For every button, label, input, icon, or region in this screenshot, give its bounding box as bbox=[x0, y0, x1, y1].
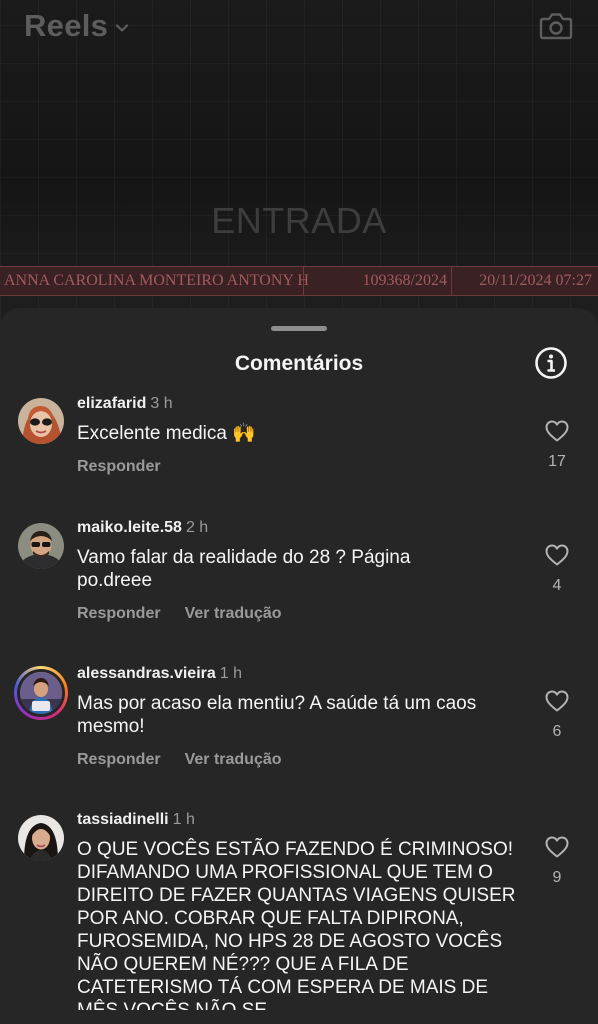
sheet-title: Comentários bbox=[234, 352, 364, 375]
like-count: 6 bbox=[552, 723, 562, 740]
strip-name: ANNA CAROLINA MONTEIRO ANTONY H bbox=[0, 267, 309, 295]
reels-title: Reels bbox=[24, 8, 109, 43]
heart-icon[interactable] bbox=[544, 834, 570, 860]
comment-username[interactable]: tassiadinelli bbox=[77, 811, 169, 828]
avatar[interactable] bbox=[18, 523, 64, 569]
avatar[interactable] bbox=[18, 815, 64, 861]
comment-username[interactable]: alessandras.vieira bbox=[77, 665, 216, 682]
comment-time: 2 h bbox=[185, 519, 209, 536]
reply-button[interactable]: Responder bbox=[77, 751, 161, 769]
chevron-down-icon bbox=[116, 24, 129, 32]
like-control: 17 bbox=[542, 418, 572, 471]
comment-time: 1 h bbox=[219, 665, 243, 682]
comment-text-content: Excelente medica bbox=[77, 423, 227, 444]
like-control: 4 bbox=[542, 542, 572, 595]
strip-code: 109368/2024 bbox=[304, 267, 452, 295]
like-count: 4 bbox=[552, 577, 562, 594]
comment-meta: alessandras.vieira 1 h bbox=[77, 664, 517, 684]
comment-body: alessandras.vieira 1 h Mas por acaso ela … bbox=[77, 664, 517, 769]
comment-body: maiko.leite.58 2 h Vamo falar da realidad… bbox=[77, 518, 517, 623]
camera-icon[interactable] bbox=[538, 8, 574, 44]
reply-button[interactable]: Responder bbox=[77, 605, 161, 623]
avatar bbox=[17, 669, 65, 717]
comment-meta: elizafarid 3 h bbox=[77, 394, 517, 414]
avatar[interactable] bbox=[18, 398, 64, 444]
comment-meta: tassiadinelli 1 h bbox=[77, 810, 517, 830]
comment-time: 1 h bbox=[172, 811, 195, 828]
comments-sheet: Comentários elizafarid 3 h Excelente medi… bbox=[0, 308, 598, 1024]
like-control: 6 bbox=[542, 688, 572, 741]
comment-username[interactable]: elizafarid bbox=[77, 395, 146, 412]
comment-actions: Responder Ver tradução bbox=[77, 751, 517, 769]
comment-text: Excelente medica 🙌 bbox=[77, 422, 517, 445]
translate-button[interactable]: Ver tradução bbox=[185, 605, 282, 623]
reply-button[interactable]: Responder bbox=[77, 458, 161, 476]
info-icon[interactable] bbox=[534, 346, 568, 380]
comment-body: tassiadinelli 1 h O QUE VOCÊS ESTÃO FAZEN… bbox=[77, 810, 517, 1010]
comment-time: 3 h bbox=[150, 395, 173, 412]
comment-body: elizafarid 3 h Excelente medica 🙌 Respond… bbox=[77, 394, 517, 476]
comment-meta: maiko.leite.58 2 h bbox=[77, 518, 517, 538]
strip-datetime: 20/11/2024 07:27 bbox=[479, 272, 592, 289]
heart-icon[interactable] bbox=[544, 418, 570, 444]
reels-title-button[interactable]: Reels bbox=[24, 8, 130, 44]
heart-icon[interactable] bbox=[544, 542, 570, 568]
comment-item: tassiadinelli 1 h O QUE VOCÊS ESTÃO FAZEN… bbox=[0, 810, 598, 1010]
comment-actions: Responder Ver tradução bbox=[77, 605, 517, 623]
comment-username[interactable]: maiko.leite.58 bbox=[77, 519, 182, 536]
comment-text: Mas por acaso ela mentiu? A saúde tá um … bbox=[77, 693, 477, 737]
translate-button[interactable]: Ver tradução bbox=[185, 751, 282, 769]
reel-info-strip: ANNA CAROLINA MONTEIRO ANTONY H 109368/2… bbox=[0, 266, 598, 296]
drag-handle[interactable] bbox=[271, 326, 327, 331]
like-control: 9 bbox=[542, 834, 572, 887]
comment-text: Vamo falar da realidade do 28 ? Página p… bbox=[77, 547, 411, 591]
raised-hands-emoji: 🙌 bbox=[232, 422, 256, 444]
comment-actions: Responder bbox=[77, 458, 517, 476]
like-count: 9 bbox=[552, 869, 562, 886]
heart-icon[interactable] bbox=[544, 688, 570, 714]
like-count: 17 bbox=[548, 453, 566, 470]
story-avatar[interactable] bbox=[14, 666, 68, 720]
comment-text: O QUE VOCÊS ESTÃO FAZENDO É CRIMINOSO! D… bbox=[77, 839, 516, 1010]
reel-caption: ENTRADA bbox=[211, 200, 387, 241]
